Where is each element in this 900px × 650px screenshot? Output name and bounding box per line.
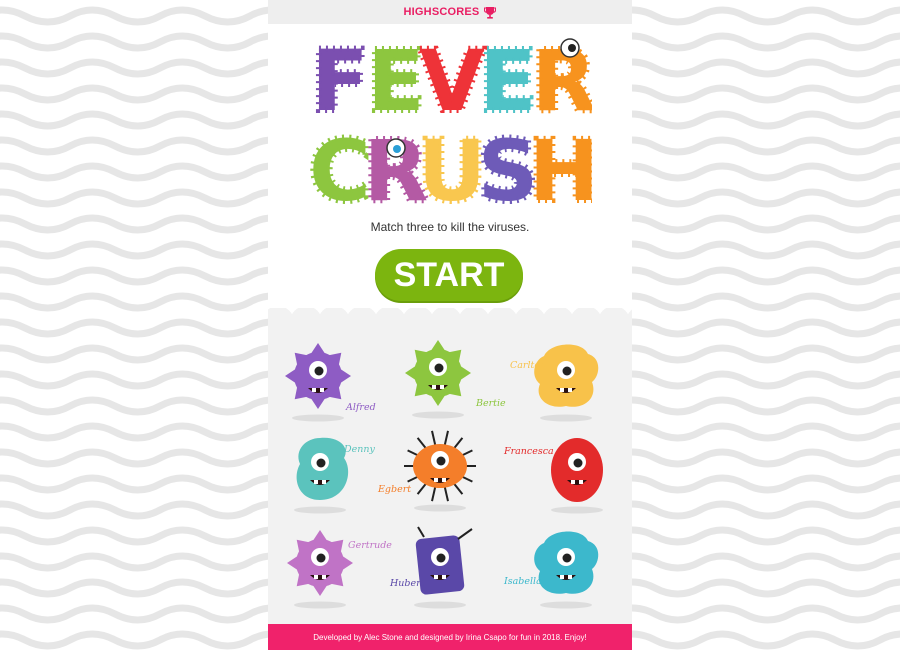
- logo-letter: E: [364, 29, 427, 133]
- svg-text:C: C: [309, 122, 371, 208]
- monster-name: Egbert: [378, 484, 412, 495]
- monster-name: Hubert: [390, 578, 425, 589]
- svg-text:E: E: [479, 32, 536, 130]
- tagline: Match three to kill the viruses.: [370, 220, 530, 234]
- logo-letter: F: [308, 29, 371, 133]
- monster-name: Gertrude: [348, 540, 392, 551]
- monster-name: Carlton: [510, 360, 547, 371]
- svg-text:H: H: [529, 122, 592, 208]
- game-screen: HIGHSCORES FEVERCRUSH Match three to kil…: [268, 0, 632, 650]
- svg-text:V: V: [419, 32, 484, 130]
- svg-text:U: U: [418, 122, 486, 208]
- start-button[interactable]: START: [375, 249, 523, 301]
- logo-letter: V: [416, 29, 487, 133]
- monster-name: Denny: [344, 444, 375, 455]
- highscores-label: HIGHSCORES: [403, 6, 480, 18]
- svg-text:F: F: [311, 32, 368, 130]
- monster-gallery: Alfred Bertie Carlton Denny Egbert Francesca G…: [268, 308, 632, 624]
- monster-name: Alfred: [346, 402, 376, 413]
- logo-letter: R: [529, 29, 592, 133]
- monster-egbert: [400, 426, 480, 517]
- highscores-link[interactable]: HIGHSCORES: [268, 0, 632, 24]
- monster-name: Isabella: [504, 576, 542, 587]
- monster-name: Bertie: [476, 398, 506, 409]
- monster-carlton: [526, 336, 606, 427]
- svg-text:E: E: [367, 32, 424, 130]
- logo-letter: U: [415, 119, 489, 208]
- monster-francesca: [537, 428, 617, 519]
- fever-crush-logo: FEVERCRUSH: [308, 29, 592, 208]
- trophy-icon: [484, 6, 497, 19]
- cloud-border: [268, 308, 632, 330]
- footer-credits: Developed by Alec Stone and designed by …: [268, 624, 632, 650]
- monster-gertrude: [280, 523, 360, 614]
- monster-alfred: [278, 336, 358, 427]
- logo-letter: C: [308, 119, 374, 208]
- monster-name: Francesca: [504, 446, 554, 457]
- monster-hubert: [400, 523, 480, 614]
- logo-letter: H: [526, 119, 592, 208]
- monster-isabella: [526, 523, 606, 614]
- monster-bertie: [398, 333, 478, 424]
- monster-denny: [280, 428, 360, 519]
- logo-letter: E: [476, 29, 539, 133]
